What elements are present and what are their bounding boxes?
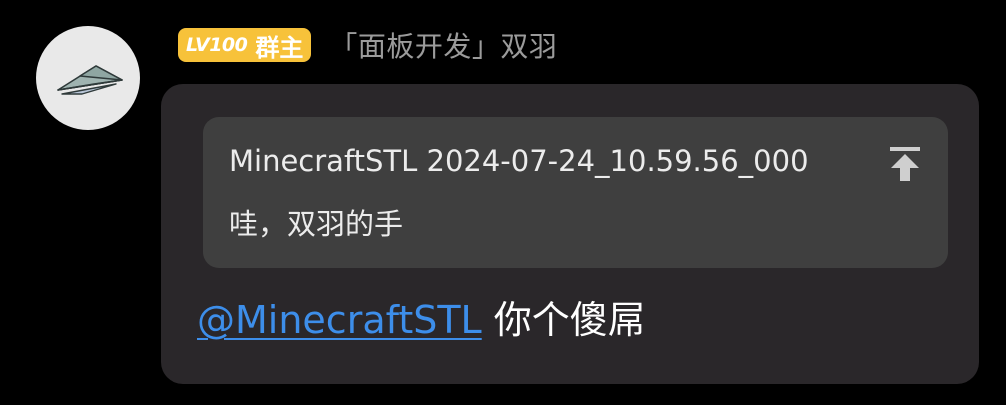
paper-plane-icon — [57, 65, 123, 95]
member-level-badge: LV100 群主 — [178, 28, 312, 62]
badge-role-label: 群主 — [255, 33, 304, 62]
message-content: @MinecraftSTL 你个傻屌 — [197, 297, 646, 343]
quoted-reply[interactable]: MinecraftSTL 2024-07-24_10.59.56_000 哇，双… — [203, 117, 948, 268]
quoted-header: MinecraftSTL 2024-07-24_10.59.56_000 — [229, 144, 809, 178]
sender-avatar[interactable] — [36, 26, 140, 130]
badge-level-label: LV100 — [186, 34, 248, 56]
message-bubble[interactable]: MinecraftSTL 2024-07-24_10.59.56_000 哇，双… — [161, 84, 979, 384]
message-text: 你个傻屌 — [493, 298, 646, 342]
sender-name[interactable]: 「面板开发」双羽 — [329, 25, 557, 65]
message-header: LV100 群主 「面板开发」双羽 — [178, 26, 557, 64]
chat-message-row: LV100 群主 「面板开发」双羽 MinecraftSTL 2024-07-2… — [0, 0, 1006, 405]
jump-to-top-icon[interactable] — [888, 145, 922, 183]
mention-link[interactable]: @MinecraftSTL — [197, 298, 482, 342]
quoted-text: 哇，双羽的手 — [229, 207, 404, 241]
